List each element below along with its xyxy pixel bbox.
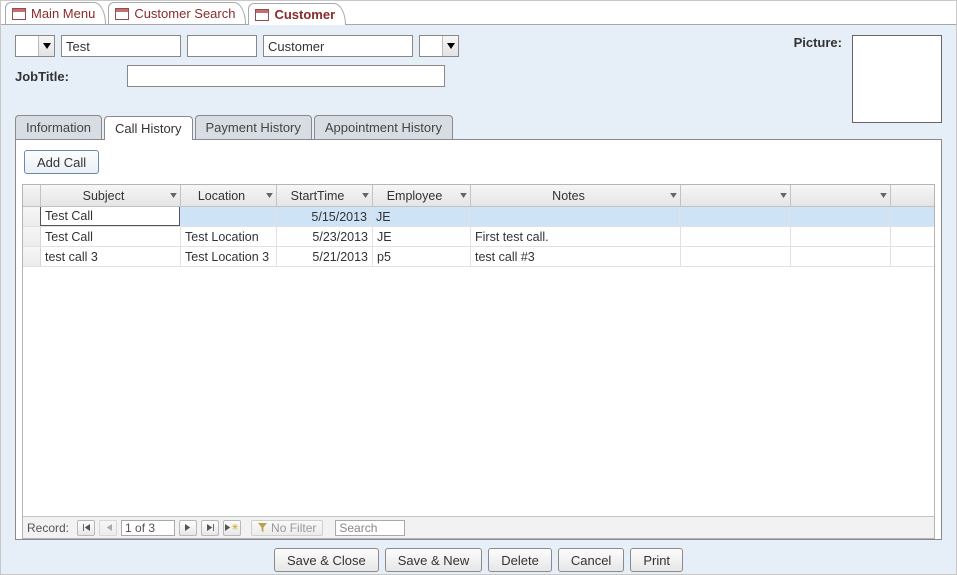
cell-notes[interactable] bbox=[470, 207, 680, 226]
chevron-down-icon[interactable] bbox=[876, 185, 890, 206]
column-header-blank-1[interactable] bbox=[681, 185, 791, 206]
customer-form: Test Customer JobTitle: Picture: Informa… bbox=[1, 25, 956, 574]
column-header-employee[interactable]: Employee bbox=[373, 185, 471, 206]
table-row[interactable]: Test Call 5/15/2013 JE bbox=[23, 207, 934, 227]
suffix-combo[interactable] bbox=[419, 35, 459, 57]
tab-appointment-history[interactable]: Appointment History bbox=[314, 115, 453, 139]
cell-subject[interactable]: Test Call bbox=[40, 207, 180, 226]
first-name-field[interactable]: Test bbox=[61, 35, 181, 57]
save-close-button[interactable]: Save & Close bbox=[274, 548, 379, 572]
cell-notes[interactable]: test call #3 bbox=[471, 247, 681, 266]
select-all-cell[interactable] bbox=[23, 185, 41, 206]
cell-subject[interactable]: Test Call bbox=[41, 227, 181, 246]
doc-tab-customer[interactable]: Customer bbox=[248, 3, 346, 25]
cell-employee[interactable]: JE bbox=[373, 227, 471, 246]
chevron-down-icon[interactable] bbox=[442, 36, 458, 56]
tab-payment-history[interactable]: Payment History bbox=[195, 115, 312, 139]
chevron-down-icon[interactable] bbox=[456, 185, 470, 206]
picture-placeholder[interactable] bbox=[852, 35, 942, 123]
column-header-location[interactable]: Location bbox=[181, 185, 277, 206]
cell-blank[interactable] bbox=[791, 247, 891, 266]
nav-last-button[interactable] bbox=[201, 520, 219, 536]
doc-tab-label: Customer Search bbox=[134, 6, 235, 21]
cell-blank[interactable] bbox=[790, 207, 890, 226]
cell-location[interactable]: Test Location bbox=[181, 227, 277, 246]
record-search-field[interactable]: Search bbox=[335, 520, 405, 536]
filter-indicator[interactable]: No Filter bbox=[251, 520, 323, 536]
column-header-notes[interactable]: Notes bbox=[471, 185, 681, 206]
save-new-button[interactable]: Save & New bbox=[385, 548, 483, 572]
column-header-blank-2[interactable] bbox=[791, 185, 891, 206]
cell-location[interactable]: Test Location 3 bbox=[181, 247, 277, 266]
nav-next-button[interactable] bbox=[179, 520, 197, 536]
chevron-down-icon[interactable] bbox=[358, 185, 372, 206]
search-placeholder: Search bbox=[339, 521, 377, 535]
jobtitle-field[interactable] bbox=[127, 65, 445, 87]
print-button[interactable]: Print bbox=[630, 548, 683, 572]
table-row[interactable]: test call 3 Test Location 3 5/21/2013 p5… bbox=[23, 247, 934, 267]
cell-employee[interactable]: JE bbox=[372, 207, 470, 226]
funnel-icon bbox=[258, 523, 267, 532]
picture-section: Picture: bbox=[794, 35, 942, 123]
cell-employee[interactable]: p5 bbox=[373, 247, 471, 266]
doc-tab-main-menu[interactable]: Main Menu bbox=[5, 2, 106, 24]
form-actions: Save & Close Save & New Delete Cancel Pr… bbox=[15, 540, 942, 575]
cell-blank[interactable] bbox=[681, 247, 791, 266]
delete-button[interactable]: Delete bbox=[488, 548, 552, 572]
row-selector[interactable] bbox=[23, 227, 41, 246]
tab-information[interactable]: Information bbox=[15, 115, 102, 139]
form-icon bbox=[12, 8, 26, 20]
doc-tab-customer-search[interactable]: Customer Search bbox=[108, 2, 246, 24]
chevron-down-icon[interactable] bbox=[38, 36, 54, 56]
form-icon bbox=[115, 8, 129, 20]
prefix-combo[interactable] bbox=[15, 35, 55, 57]
call-history-panel: Add Call Subject Location StartTime bbox=[15, 140, 942, 540]
chevron-down-icon[interactable] bbox=[166, 185, 180, 206]
doc-tab-label: Main Menu bbox=[31, 6, 95, 21]
cell-starttime[interactable]: 5/21/2013 bbox=[277, 247, 373, 266]
cell-location[interactable] bbox=[180, 207, 276, 226]
document-tabs: Main Menu Customer Search Customer bbox=[1, 1, 956, 25]
grid-header: Subject Location StartTime Employee bbox=[23, 185, 934, 207]
cell-starttime[interactable]: 5/15/2013 bbox=[276, 207, 372, 226]
jobtitle-label: JobTitle: bbox=[15, 69, 69, 84]
record-label: Record: bbox=[27, 521, 69, 535]
nav-prev-button[interactable] bbox=[99, 520, 117, 536]
chevron-down-icon[interactable] bbox=[262, 185, 276, 206]
table-row[interactable]: Test Call Test Location 5/23/2013 JE Fir… bbox=[23, 227, 934, 247]
calls-grid: Subject Location StartTime Employee bbox=[22, 184, 935, 539]
form-icon bbox=[255, 9, 269, 21]
nav-first-button[interactable] bbox=[77, 520, 95, 536]
picture-label: Picture: bbox=[794, 35, 842, 50]
cancel-button[interactable]: Cancel bbox=[558, 548, 624, 572]
row-selector[interactable] bbox=[23, 247, 41, 266]
detail-tabs-container: Information Call History Payment History… bbox=[15, 115, 942, 540]
cell-blank[interactable] bbox=[791, 227, 891, 246]
column-header-starttime[interactable]: StartTime bbox=[277, 185, 373, 206]
cell-notes[interactable]: First test call. bbox=[471, 227, 681, 246]
row-selector[interactable] bbox=[23, 207, 41, 226]
record-navigator: Record: 1 of 3 ✳ No Filter Search bbox=[23, 516, 934, 538]
add-call-button[interactable]: Add Call bbox=[24, 150, 99, 174]
chevron-down-icon[interactable] bbox=[666, 185, 680, 206]
last-name-field[interactable]: Customer bbox=[263, 35, 413, 57]
cell-blank[interactable] bbox=[680, 207, 790, 226]
tab-call-history[interactable]: Call History bbox=[104, 116, 192, 140]
grid-body[interactable]: Test Call 5/15/2013 JE Test Call Test Lo… bbox=[23, 207, 934, 516]
cell-subject[interactable]: test call 3 bbox=[41, 247, 181, 266]
column-header-subject[interactable]: Subject bbox=[41, 185, 181, 206]
nav-new-button[interactable]: ✳ bbox=[223, 520, 241, 536]
cell-blank[interactable] bbox=[681, 227, 791, 246]
cell-starttime[interactable]: 5/23/2013 bbox=[277, 227, 373, 246]
chevron-down-icon[interactable] bbox=[776, 185, 790, 206]
panel-toolbar: Add Call bbox=[22, 146, 935, 178]
middle-name-field[interactable] bbox=[187, 35, 257, 57]
record-position-field[interactable]: 1 of 3 bbox=[121, 520, 175, 536]
doc-tab-label: Customer bbox=[274, 7, 335, 22]
